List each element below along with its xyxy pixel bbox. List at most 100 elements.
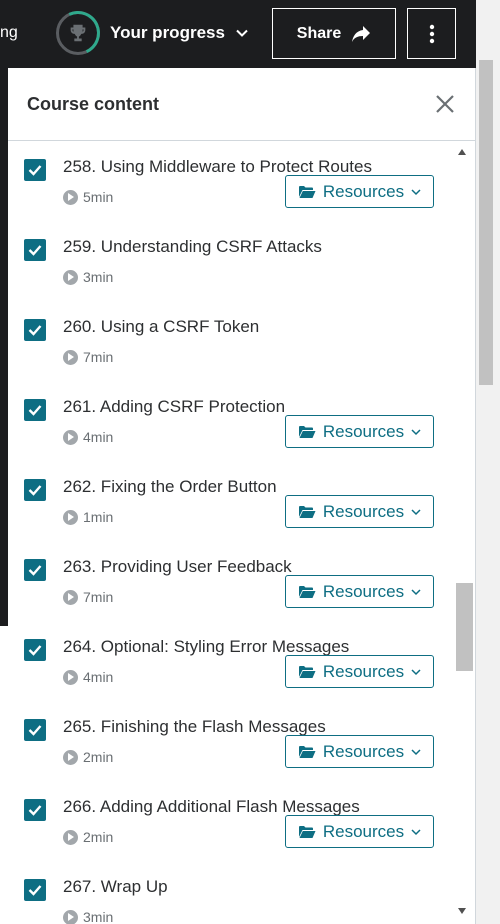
resources-dropdown-button[interactable]: Resources [285, 655, 434, 688]
play-circle-icon [63, 429, 78, 445]
play-circle-icon [63, 269, 78, 285]
share-arrow-icon [352, 25, 371, 42]
folder-open-icon [298, 825, 316, 838]
check-icon [28, 645, 42, 656]
lecture-duration: 7min [63, 349, 113, 365]
completed-checkbox[interactable] [24, 799, 46, 821]
resources-dropdown-button[interactable]: Resources [285, 175, 434, 208]
lecture-title[interactable]: 267. Wrap Up [63, 877, 168, 897]
lecture-title[interactable]: 260. Using a CSRF Token [63, 317, 259, 337]
duration-label: 5min [83, 189, 114, 205]
lecture-title[interactable]: 261. Adding CSRF Protection [63, 397, 285, 417]
completed-checkbox[interactable] [24, 639, 46, 661]
lecture-duration: 4min [63, 429, 113, 445]
list-item[interactable]: 262. Fixing the Order Button 1min Resource… [8, 470, 454, 550]
check-icon [28, 405, 42, 416]
folder-open-icon [298, 665, 316, 678]
duration-label: 4min [83, 429, 114, 445]
completed-checkbox[interactable] [24, 399, 46, 421]
folder-open-icon [298, 585, 316, 598]
kebab-menu-icon [429, 24, 434, 43]
lecture-title[interactable]: 258. Using Middleware to Protect Routes [63, 157, 372, 177]
progress-label: Your progress [110, 23, 225, 42]
scroll-up-arrow-icon[interactable] [458, 149, 466, 155]
share-button[interactable]: Share [272, 8, 396, 59]
top-bar: ng Your progress Share [0, 0, 500, 68]
chevron-down-icon [411, 428, 421, 435]
duration-label: 3min [83, 269, 114, 285]
resources-dropdown-button[interactable]: Resources [285, 495, 434, 528]
trophy-icon [70, 24, 86, 42]
duration-label: 7min [83, 349, 114, 365]
play-circle-icon [63, 349, 78, 365]
lecture-duration: 4min [63, 669, 113, 685]
duration-label: 2min [83, 829, 114, 845]
check-icon [28, 725, 42, 736]
page-scroll-thumb[interactable] [479, 60, 493, 385]
check-icon [28, 485, 42, 496]
progress-dropdown[interactable]: Your progress [56, 10, 249, 56]
page-edge [0, 626, 8, 924]
panel-scrollbar[interactable] [454, 143, 473, 924]
chevron-down-icon [411, 188, 421, 195]
list-item[interactable]: 260. Using a CSRF Token 7min [8, 310, 454, 390]
lecture-title[interactable]: 262. Fixing the Order Button [63, 477, 277, 497]
panel-scroll-thumb[interactable] [456, 583, 473, 671]
duration-label: 4min [83, 669, 114, 685]
list-item[interactable]: 263. Providing User Feedback 7min Resource… [8, 550, 454, 630]
list-item[interactable]: 265. Finishing the Flash Messages 2min Res… [8, 710, 454, 790]
check-icon [28, 325, 42, 336]
play-circle-icon [63, 909, 78, 924]
resources-label: Resources [322, 181, 405, 201]
chevron-down-icon [411, 588, 421, 595]
lecture-title[interactable]: 264. Optional: Styling Error Messages [63, 637, 349, 657]
completed-checkbox[interactable] [24, 479, 46, 501]
folder-open-icon [298, 745, 316, 758]
lecture-title[interactable]: 265. Finishing the Flash Messages [63, 717, 326, 737]
resources-dropdown-button[interactable]: Resources [285, 815, 434, 848]
list-item[interactable]: 264. Optional: Styling Error Messages 4mi… [8, 630, 454, 710]
page-scrollbar[interactable] [476, 0, 500, 924]
resources-dropdown-button[interactable]: Resources [285, 575, 434, 608]
chevron-down-icon [411, 748, 421, 755]
more-options-button[interactable] [407, 8, 456, 59]
duration-label: 2min [83, 749, 114, 765]
completed-checkbox[interactable] [24, 559, 46, 581]
share-label: Share [296, 24, 342, 42]
completed-checkbox[interactable] [24, 159, 46, 181]
completed-checkbox[interactable] [24, 319, 46, 341]
course-title-fragment: ng [0, 24, 18, 41]
list-item[interactable]: 259. Understanding CSRF Attacks 3min [8, 230, 454, 310]
completed-checkbox[interactable] [24, 879, 46, 901]
list-item[interactable]: 266. Adding Additional Flash Messages 2mi… [8, 790, 454, 870]
lecture-duration: 5min [63, 189, 113, 205]
panel-title: Course content [27, 93, 160, 114]
resources-label: Resources [322, 661, 405, 681]
completed-checkbox[interactable] [24, 239, 46, 261]
list-item[interactable]: 261. Adding CSRF Protection 4min Resources [8, 390, 454, 470]
resources-dropdown-button[interactable]: Resources [285, 735, 434, 768]
play-circle-icon [63, 509, 78, 525]
scroll-down-arrow-icon[interactable] [458, 908, 466, 914]
list-item[interactable]: 267. Wrap Up 3min [8, 870, 454, 924]
lecture-title[interactable]: 266. Adding Additional Flash Messages [63, 797, 360, 817]
check-icon [28, 165, 42, 176]
lecture-duration: 2min [63, 749, 113, 765]
completed-checkbox[interactable] [24, 719, 46, 741]
chevron-down-icon [411, 828, 421, 835]
resources-label: Resources [322, 741, 405, 761]
course-content-panel: Course content 258. Using Middleware to … [8, 68, 476, 924]
lecture-duration: 3min [63, 909, 113, 924]
progress-ring [56, 11, 100, 55]
lecture-title[interactable]: 263. Providing User Feedback [63, 557, 292, 577]
duration-label: 7min [83, 589, 114, 605]
panel-header: Course content [8, 68, 475, 141]
lecture-title[interactable]: 259. Understanding CSRF Attacks [63, 237, 322, 257]
close-icon[interactable] [433, 92, 457, 116]
list-item[interactable]: 258. Using Middleware to Protect Routes 5… [8, 150, 454, 230]
resources-label: Resources [322, 821, 405, 841]
check-icon [28, 885, 42, 896]
duration-label: 3min [83, 909, 114, 924]
folder-open-icon [298, 185, 316, 198]
resources-dropdown-button[interactable]: Resources [285, 415, 434, 448]
